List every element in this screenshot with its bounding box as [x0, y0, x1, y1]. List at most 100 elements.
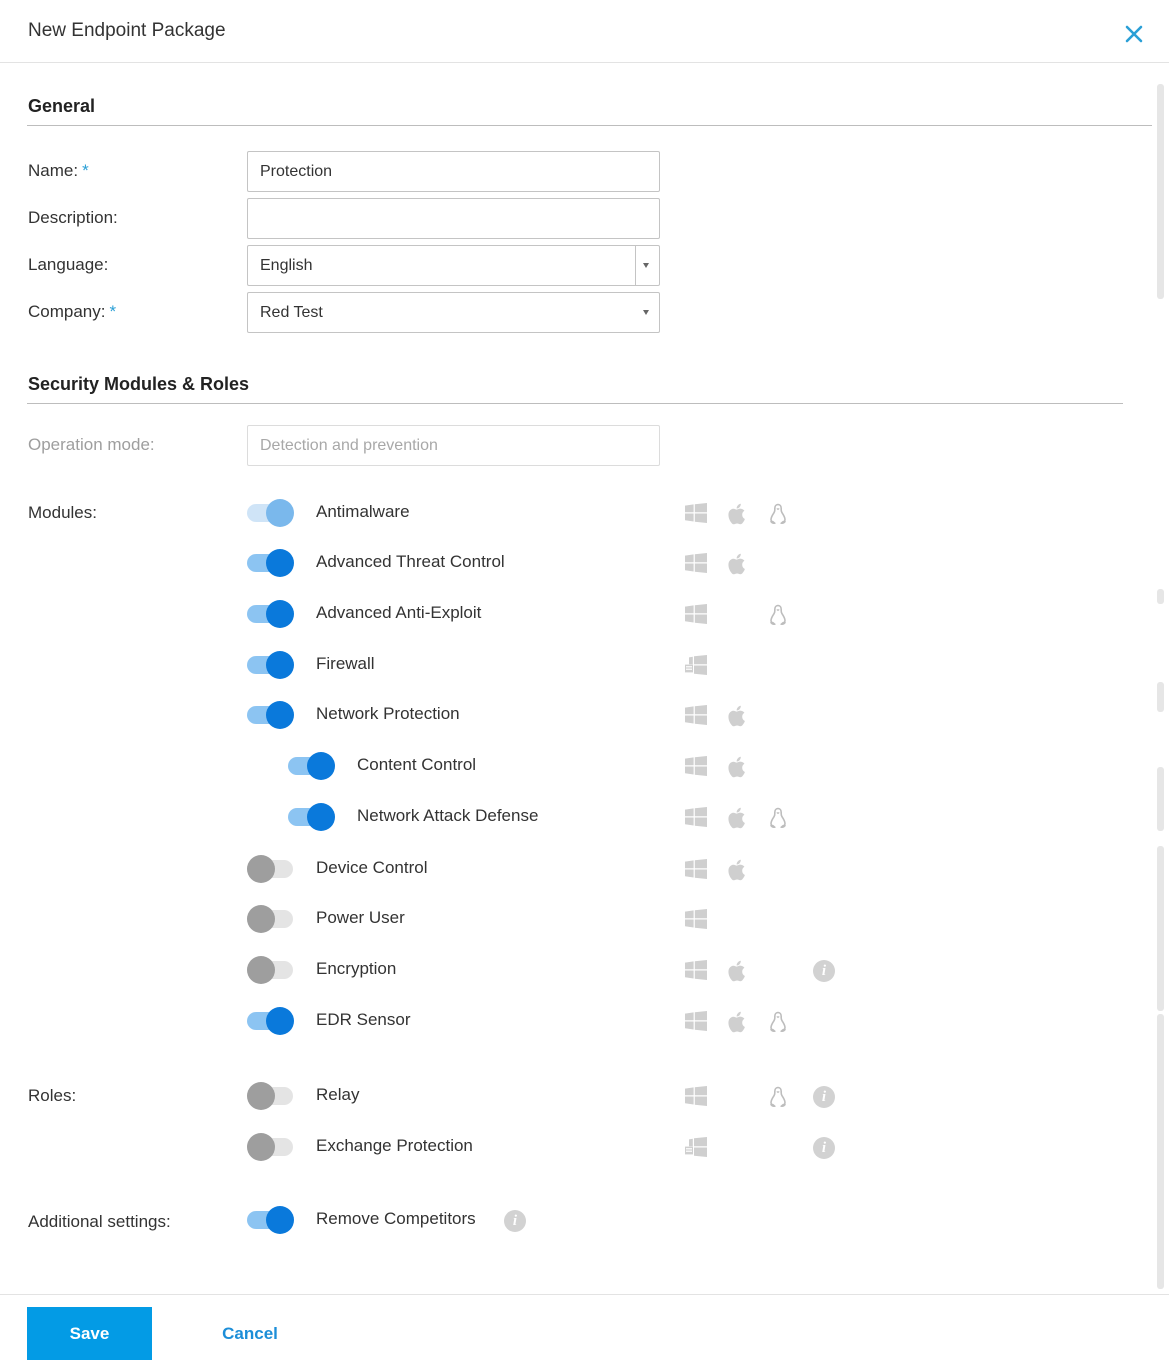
module-advanced-anti-exploit-label: Advanced Anti-Exploit	[316, 603, 482, 622]
role-exchange-protection-label: Exchange Protection	[316, 1136, 473, 1155]
modules-label: Modules:	[28, 503, 97, 522]
dialog-footer: Save Cancel	[0, 1294, 1169, 1363]
module-advanced-threat-control-label: Advanced Threat Control	[316, 552, 505, 571]
toggle-knob	[266, 701, 294, 729]
language-label: Language:	[28, 255, 109, 274]
mac-icon	[728, 756, 748, 783]
toggle-knob	[266, 1206, 294, 1234]
mac-icon	[728, 705, 748, 732]
operation-mode-field: Detection and prevention	[247, 425, 660, 466]
toggle-knob	[266, 1007, 294, 1035]
role-exchange-protection-toggle[interactable]	[247, 1131, 295, 1163]
company-label: Company: *	[28, 302, 117, 321]
mac-icon	[728, 1011, 748, 1038]
windows-server-icon	[685, 1137, 707, 1162]
mac-icon	[728, 503, 748, 530]
toggle-knob	[247, 1133, 275, 1161]
linux-icon	[768, 604, 788, 631]
name-label: Name: *	[28, 161, 89, 180]
additional-settings-label: Additional settings:	[28, 1212, 171, 1231]
module-network-attack-defense-toggle[interactable]	[288, 801, 336, 833]
section-title-security: Security Modules & Roles	[28, 374, 250, 394]
operation-mode-label: Operation mode:	[28, 435, 155, 454]
scrollbar[interactable]	[1157, 84, 1164, 1289]
linux-icon	[768, 1086, 788, 1113]
toggle-knob	[247, 855, 275, 883]
name-input[interactable]	[247, 151, 660, 192]
dialog-title: New Endpoint Package	[28, 20, 226, 41]
module-network-protection-toggle[interactable]	[247, 699, 295, 731]
module-firewall-toggle[interactable]	[247, 649, 295, 681]
company-select[interactable]: Red Test	[247, 292, 660, 333]
roles-label: Roles:	[28, 1086, 77, 1105]
module-power-user-toggle[interactable]	[247, 903, 295, 935]
info-icon[interactable]: i	[813, 1086, 835, 1108]
info-icon[interactable]: i	[813, 960, 835, 982]
required-marker: *	[82, 161, 89, 180]
close-icon[interactable]	[1122, 22, 1146, 46]
info-icon[interactable]: i	[813, 1137, 835, 1159]
windows-icon	[685, 553, 707, 578]
role-relay-label: Relay	[316, 1085, 360, 1104]
module-antimalware-label: Antimalware	[316, 502, 410, 521]
section-divider	[27, 125, 1152, 126]
description-label: Description:	[28, 208, 118, 227]
windows-icon	[685, 756, 707, 781]
windows-icon	[685, 1086, 707, 1111]
language-select[interactable]: English	[247, 245, 660, 286]
module-advanced-anti-exploit-toggle[interactable]	[247, 598, 295, 630]
windows-icon	[685, 807, 707, 832]
section-divider	[27, 403, 1123, 404]
module-encryption-toggle[interactable]	[247, 954, 295, 986]
module-device-control-label: Device Control	[316, 858, 428, 877]
module-encryption-label: Encryption	[316, 959, 397, 978]
windows-icon	[685, 859, 707, 884]
description-input[interactable]	[247, 198, 660, 239]
toggle-knob	[266, 651, 294, 679]
module-network-attack-defense-label: Network Attack Defense	[357, 806, 539, 825]
toggle-knob	[247, 1082, 275, 1110]
cancel-button[interactable]: Cancel	[200, 1307, 300, 1360]
module-content-control-label: Content Control	[357, 755, 477, 774]
module-edr-sensor-label: EDR Sensor	[316, 1010, 411, 1029]
windows-icon	[685, 1011, 707, 1036]
module-advanced-threat-control-toggle[interactable]	[247, 547, 295, 579]
module-device-control-toggle[interactable]	[247, 853, 295, 885]
setting-remove-competitors-toggle[interactable]	[247, 1204, 295, 1236]
toggle-knob	[307, 752, 335, 780]
linux-icon	[768, 1011, 788, 1038]
toggle-knob	[247, 905, 275, 933]
save-button[interactable]: Save	[27, 1307, 152, 1360]
chevron-down-icon	[643, 310, 649, 315]
setting-remove-competitors-label: Remove Competitors	[316, 1209, 476, 1228]
language-select-value: English	[260, 256, 313, 274]
linux-icon	[768, 807, 788, 834]
toggle-knob	[266, 499, 294, 527]
dialog-content[interactable]: General Name:* Description: Language: En…	[0, 64, 1169, 1294]
dialog-header: New Endpoint Package	[0, 0, 1169, 63]
toggle-knob	[307, 803, 335, 831]
module-network-protection-label: Network Protection	[316, 704, 460, 723]
info-icon[interactable]: i	[504, 1210, 526, 1232]
windows-icon	[685, 705, 707, 730]
required-marker: *	[109, 302, 117, 321]
module-edr-sensor-toggle[interactable]	[247, 1005, 295, 1037]
module-firewall-label: Firewall	[316, 654, 375, 673]
toggle-knob	[266, 600, 294, 628]
windows-icon	[685, 503, 707, 528]
mac-icon	[728, 807, 748, 834]
mac-icon	[728, 960, 748, 987]
company-select-value: Red Test	[260, 303, 323, 321]
module-content-control-toggle[interactable]	[288, 750, 336, 782]
section-title-general: General	[28, 96, 96, 116]
module-antimalware-toggle[interactable]	[247, 497, 295, 529]
toggle-knob	[266, 549, 294, 577]
windows-server-icon	[685, 655, 707, 680]
select-separator	[635, 246, 636, 285]
module-power-user-label: Power User	[316, 908, 405, 927]
windows-icon	[685, 909, 707, 934]
mac-icon	[728, 553, 748, 580]
mac-icon	[728, 859, 748, 886]
role-relay-toggle[interactable]	[247, 1080, 295, 1112]
chevron-down-icon	[643, 263, 649, 268]
